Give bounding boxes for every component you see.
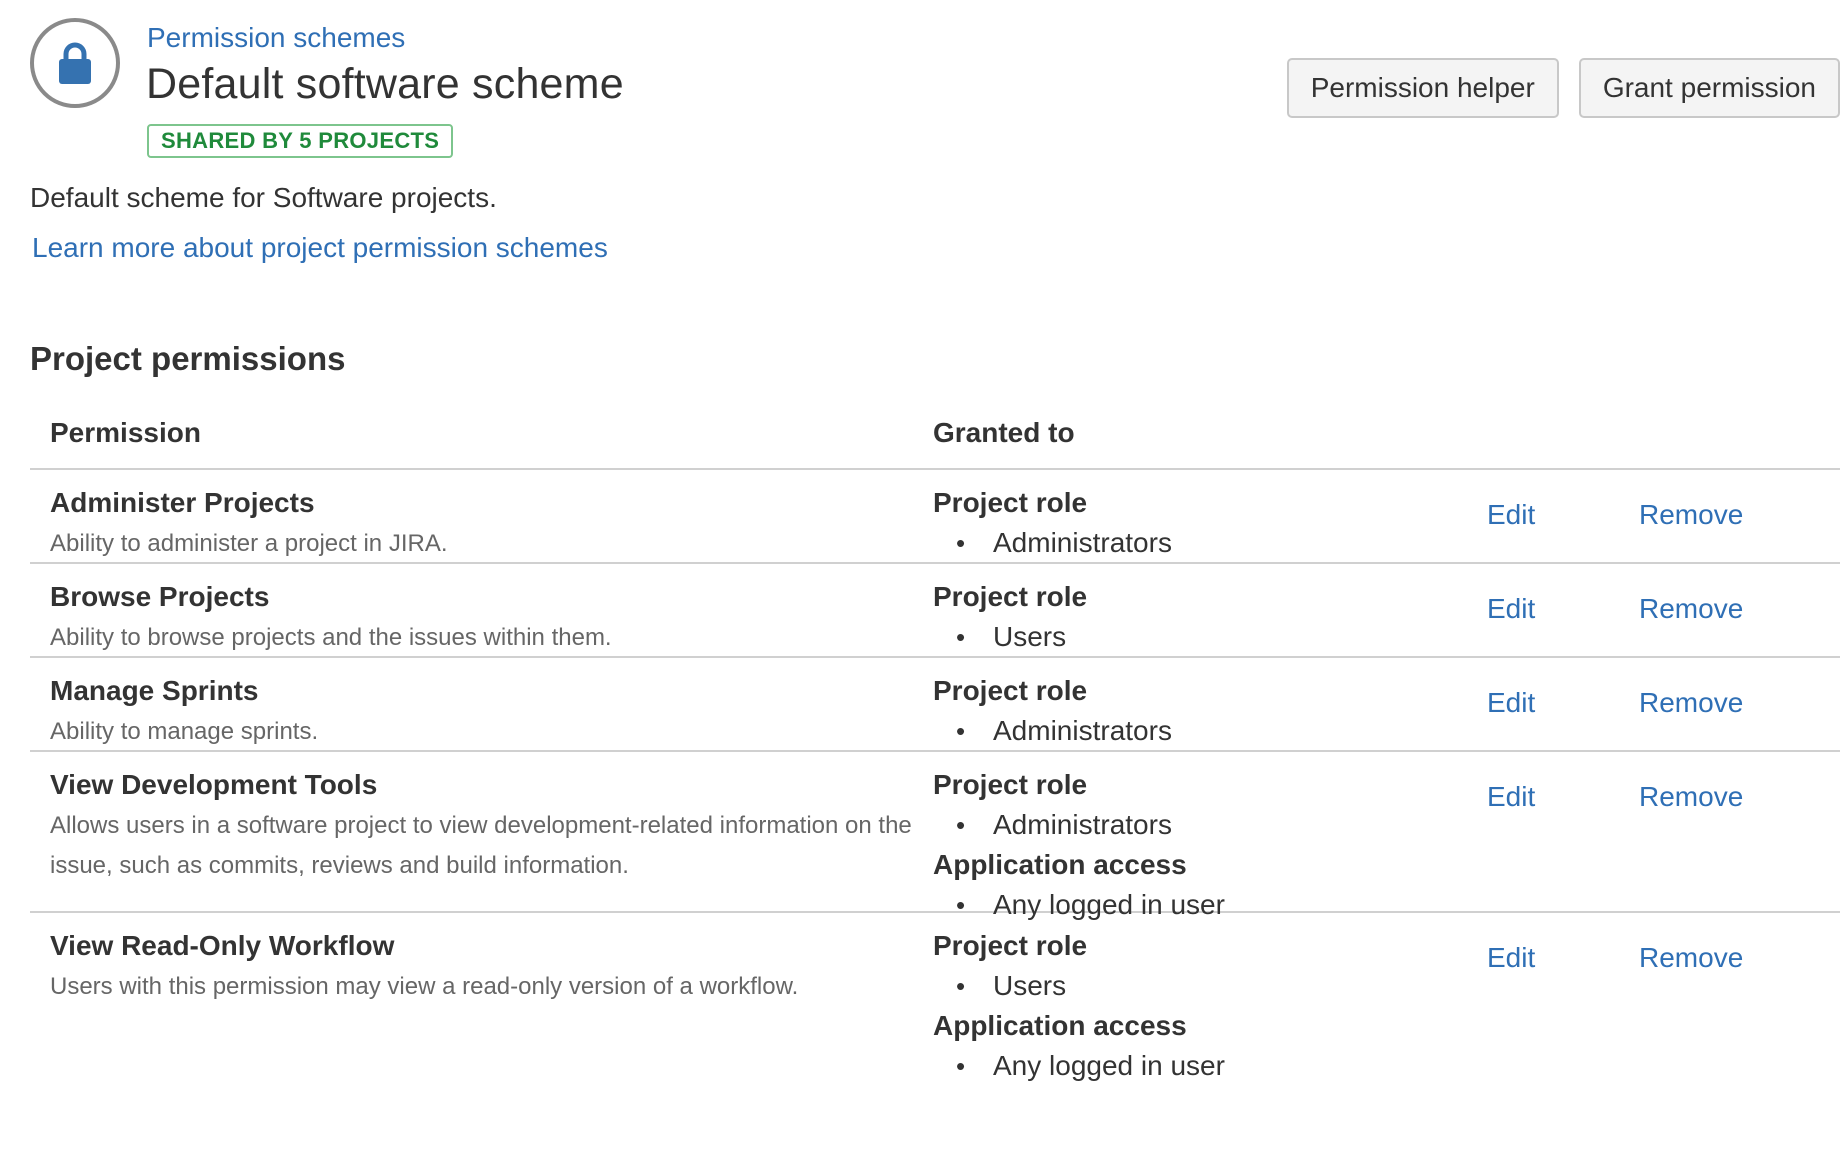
remove-link[interactable]: Remove xyxy=(1639,941,1743,1073)
breadcrumb-permission-schemes[interactable]: Permission schemes xyxy=(147,22,405,54)
grant-list: Any logged in user xyxy=(933,882,1433,928)
table-row: View Read-Only Workflow Users with this … xyxy=(30,913,1840,1081)
permission-description: Ability to manage sprints. xyxy=(50,718,319,745)
remove-link[interactable]: Remove xyxy=(1639,686,1743,750)
permission-description: Ability to administer a project in JIRA. xyxy=(50,530,448,557)
granted-to-cell: Project role Users xyxy=(933,564,1433,656)
grant-item: Administrators xyxy=(933,708,1433,754)
shared-projects-badge[interactable]: SHARED BY 5 PROJECTS xyxy=(147,124,454,158)
grant-type: Project role xyxy=(933,675,1088,706)
table-header: Permission Granted to xyxy=(30,398,1840,470)
remove-link[interactable]: Remove xyxy=(1639,592,1743,656)
permission-name: View Development Tools xyxy=(50,769,378,800)
permission-name: View Read-Only Workflow xyxy=(50,930,395,961)
grant-list: Administrators xyxy=(933,520,1433,566)
table-row: Administer Projects Ability to administe… xyxy=(30,470,1840,564)
permission-cell: View Development Tools Allows users in a… xyxy=(30,752,933,911)
grant-type: Project role xyxy=(933,581,1088,612)
permission-description: Users with this permission may view a re… xyxy=(50,973,799,1000)
permission-cell: Administer Projects Ability to administe… xyxy=(30,470,933,562)
table-row: Browse Projects Ability to browse projec… xyxy=(30,564,1840,658)
granted-to-cell: Project role Administrators Application … xyxy=(933,752,1433,920)
header-actions: Permission helper Grant permission xyxy=(1286,58,1840,118)
grant-item: Any logged in user xyxy=(933,1043,1433,1089)
grant-type: Project role xyxy=(933,769,1088,800)
permission-name: Administer Projects xyxy=(50,487,315,518)
grant-list: Users xyxy=(933,963,1433,1009)
permission-cell: Manage Sprints Ability to manage sprints… xyxy=(30,658,933,750)
lock-icon xyxy=(59,42,91,84)
grant-list: Administrators xyxy=(933,802,1433,848)
grant-list: Administrators xyxy=(933,708,1433,754)
grant-item: Any logged in user xyxy=(933,882,1433,928)
remove-link[interactable]: Remove xyxy=(1639,498,1743,562)
actions-cell: Edit Remove xyxy=(1433,564,1743,656)
section-title: Project permissions xyxy=(30,340,346,377)
edit-link[interactable]: Edit xyxy=(1487,498,1639,562)
column-header-permission: Permission xyxy=(50,417,201,448)
grant-item: Users xyxy=(933,614,1433,660)
edit-link[interactable]: Edit xyxy=(1487,592,1639,656)
permission-description: Ability to browse projects and the issue… xyxy=(50,624,612,651)
table-row: View Development Tools Allows users in a… xyxy=(30,752,1840,920)
actions-cell: Edit Remove xyxy=(1433,658,1743,750)
grant-item: Users xyxy=(933,963,1433,1009)
permission-helper-button[interactable]: Permission helper xyxy=(1286,58,1559,118)
column-header-granted-to: Granted to xyxy=(933,417,1075,448)
permission-name: Manage Sprints xyxy=(50,675,259,706)
grant-item: Administrators xyxy=(933,520,1433,566)
page-header: Permission schemes Default software sche… xyxy=(30,18,1840,168)
grant-type: Application access xyxy=(933,849,1187,880)
grant-item: Administrators xyxy=(933,802,1433,848)
permission-cell: View Read-Only Workflow Users with this … xyxy=(30,913,933,1073)
grant-list: Users xyxy=(933,614,1433,660)
actions-cell: Edit Remove xyxy=(1433,470,1743,562)
remove-link[interactable]: Remove xyxy=(1639,780,1743,911)
grant-type: Application access xyxy=(933,1010,1187,1041)
granted-to-cell: Project role Users Application access An… xyxy=(933,913,1433,1081)
grant-list: Any logged in user xyxy=(933,1043,1433,1089)
scheme-avatar xyxy=(30,18,120,108)
granted-to-cell: Project role Administrators xyxy=(933,658,1433,750)
actions-cell: Edit Remove xyxy=(1433,752,1743,911)
edit-link[interactable]: Edit xyxy=(1487,686,1639,750)
grant-type: Project role xyxy=(933,930,1088,961)
grant-type: Project role xyxy=(933,487,1088,518)
permission-scheme-page: Permission schemes Default software sche… xyxy=(0,0,1846,1164)
granted-to-cell: Project role Administrators xyxy=(933,470,1433,562)
grant-permission-button[interactable]: Grant permission xyxy=(1578,58,1840,118)
edit-link[interactable]: Edit xyxy=(1487,941,1639,1073)
actions-cell: Edit Remove xyxy=(1433,913,1743,1073)
permission-name: Browse Projects xyxy=(50,581,270,612)
learn-more-link[interactable]: Learn more about project permission sche… xyxy=(32,232,608,264)
edit-link[interactable]: Edit xyxy=(1487,780,1639,911)
scheme-description: Default scheme for Software projects. xyxy=(30,182,497,213)
permission-description: Allows users in a software project to vi… xyxy=(50,812,912,879)
permissions-table: Permission Granted to Administer Project… xyxy=(30,398,1840,1081)
page-title: Default software scheme xyxy=(146,60,624,108)
permission-cell: Browse Projects Ability to browse projec… xyxy=(30,564,933,656)
table-row: Manage Sprints Ability to manage sprints… xyxy=(30,658,1840,752)
